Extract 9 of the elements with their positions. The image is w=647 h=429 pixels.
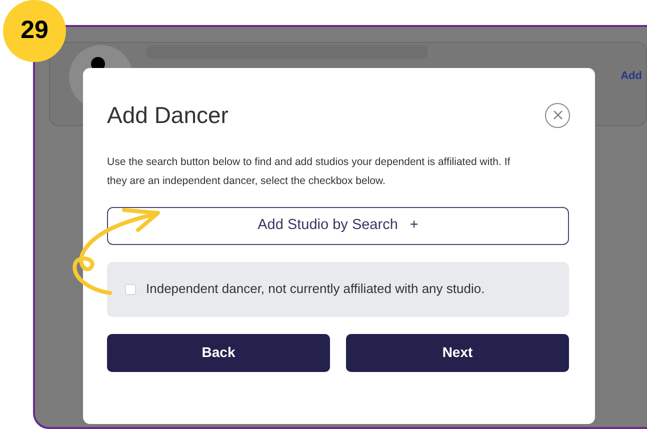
- close-icon[interactable]: [545, 102, 570, 128]
- back-button[interactable]: Back: [107, 334, 330, 372]
- add-studio-button[interactable]: Add Studio by Search +: [107, 206, 569, 244]
- dialog-title: Add Dancer: [107, 101, 228, 130]
- step-badge: 29: [3, 0, 66, 62]
- next-button[interactable]: Next: [346, 334, 569, 372]
- dialog-description: Use the search button below to find and add studios your dependent is affiliated with. If they are an independent dancer, select the checkbox below.: [107, 154, 512, 188]
- checkbox-label: Independent dancer, not currently affiliated with any studio.: [146, 280, 485, 298]
- checkbox[interactable]: [125, 284, 136, 294]
